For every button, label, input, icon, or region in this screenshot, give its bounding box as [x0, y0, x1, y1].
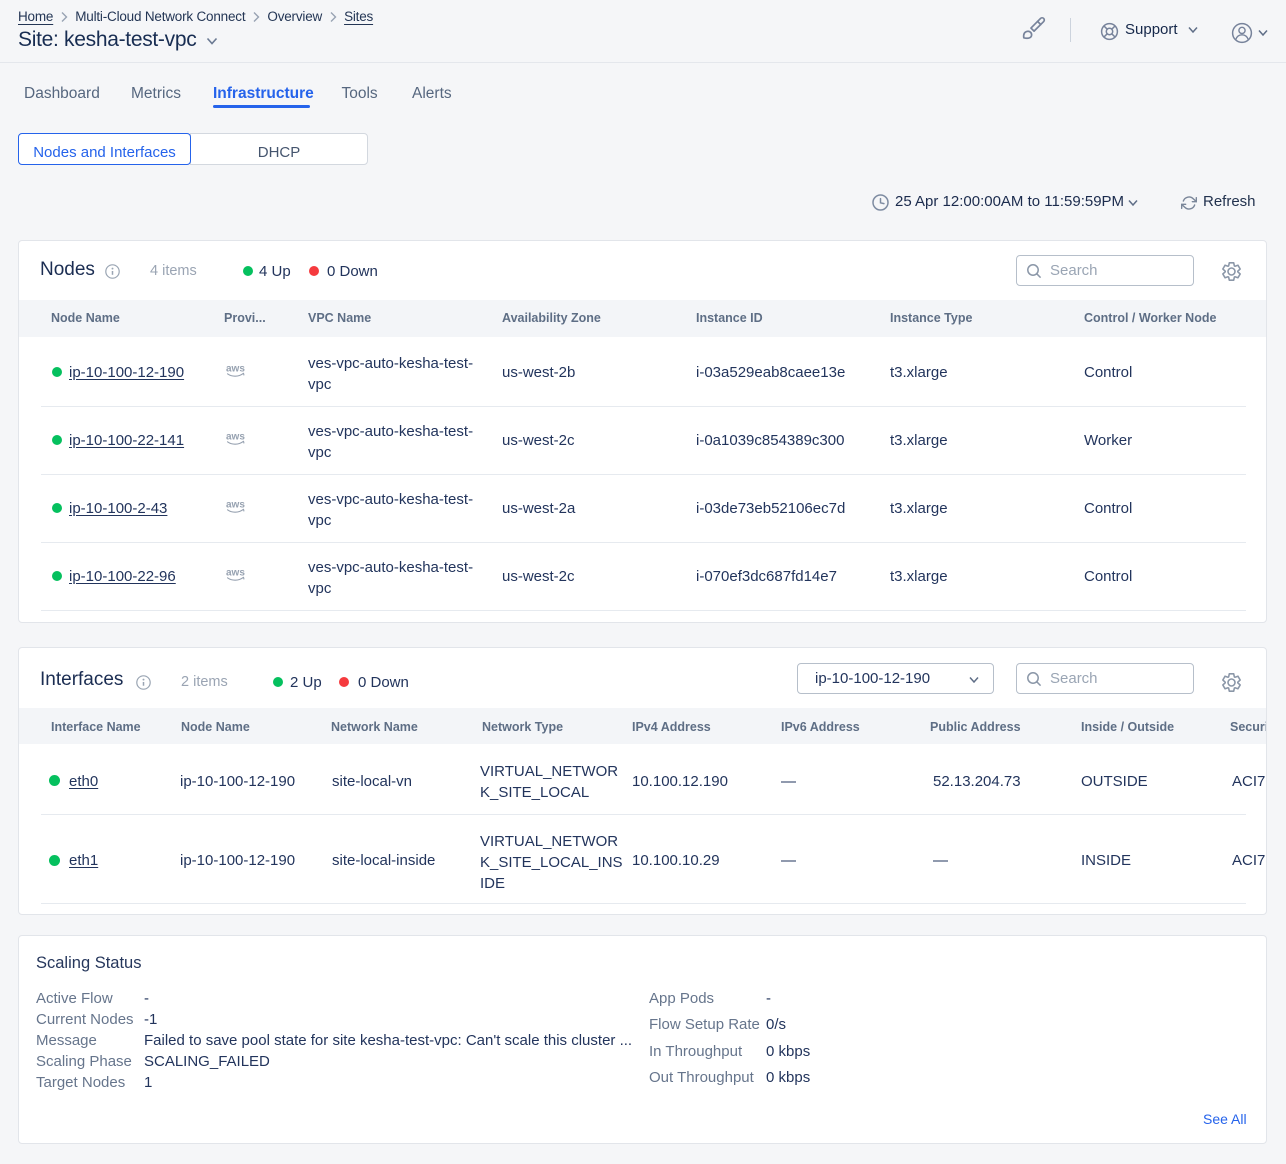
svg-text:aws: aws	[226, 568, 245, 579]
svg-text:aws: aws	[226, 500, 245, 511]
svg-text:aws: aws	[226, 364, 245, 375]
svg-text:aws: aws	[226, 432, 245, 443]
